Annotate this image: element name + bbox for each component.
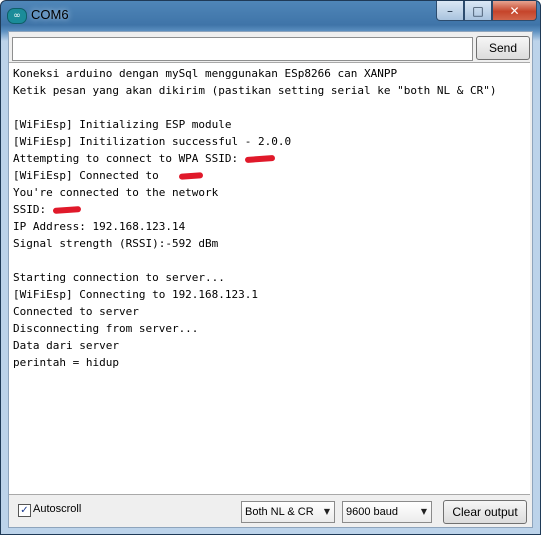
baud-rate-select[interactable]: 9600 baud ▼ [342, 501, 432, 523]
chevron-down-icon: ▼ [323, 507, 330, 516]
output-line: [WiFiEsp] Connected to [13, 169, 159, 182]
output-line: Ketik pesan yang akan dikirim (pastikan … [13, 84, 497, 97]
serial-output[interactable]: Koneksi arduino dengan mySql menggunakan… [9, 62, 530, 495]
line-ending-select[interactable]: Both NL & CR ▼ [241, 501, 335, 523]
clear-output-button[interactable]: Clear output [443, 500, 527, 524]
maximize-button[interactable]: □ [464, 1, 492, 21]
arduino-icon: ∞ [7, 8, 27, 24]
redaction-mark [244, 154, 276, 164]
line-ending-value: Both NL & CR [245, 506, 314, 518]
caption-buttons: – □ ✕ [436, 1, 537, 22]
redaction-mark [178, 172, 204, 180]
bottom-toolbar: ✓ Autoscroll Both NL & CR ▼ 9600 baud ▼ … [9, 497, 530, 525]
output-line: [WiFiEsp] Initializing ESP module [13, 118, 232, 131]
close-icon: ✕ [509, 3, 520, 18]
minimize-icon: – [447, 3, 453, 18]
baud-rate-value: 9600 baud [346, 506, 398, 518]
title-bar[interactable]: ∞ COM6 – □ ✕ [1, 1, 540, 31]
serial-monitor-window: ∞ COM6 – □ ✕ Send Koneksi arduino dengan… [0, 0, 541, 535]
output-line: [WiFiEsp] Initilization successful - 2.0… [13, 135, 292, 148]
output-line: IP Address: 192.168.123.14 [13, 220, 186, 233]
window-title: COM6 [31, 7, 69, 22]
autoscroll-checkbox[interactable]: ✓ [18, 504, 31, 517]
output-line: Koneksi arduino dengan mySql menggunakan… [13, 67, 398, 80]
close-button[interactable]: ✕ [492, 1, 537, 21]
output-line: Attempting to connect to WPA SSID: [13, 152, 245, 165]
output-line: Disconnecting from server... [13, 322, 199, 335]
output-line: Starting connection to server... [13, 271, 225, 284]
output-line: SSID: [13, 203, 53, 216]
client-area: Send Koneksi arduino dengan mySql menggu… [8, 31, 533, 528]
redaction-mark [52, 206, 82, 214]
output-line: Data dari server [13, 339, 119, 352]
output-line: Signal strength (RSSI):-592 dBm [13, 237, 219, 250]
maximize-icon: □ [472, 3, 484, 18]
chevron-down-icon: ▼ [420, 507, 427, 516]
output-line: Connected to server [13, 305, 139, 318]
send-input[interactable] [12, 37, 473, 61]
send-button[interactable]: Send [476, 36, 530, 60]
output-line: perintah = hidup [13, 356, 119, 369]
output-line: You're connected to the network [13, 186, 219, 199]
output-line: [WiFiEsp] Connecting to 192.168.123.1 [13, 288, 259, 301]
autoscroll-label[interactable]: Autoscroll [33, 503, 81, 515]
minimize-button[interactable]: – [436, 1, 464, 21]
